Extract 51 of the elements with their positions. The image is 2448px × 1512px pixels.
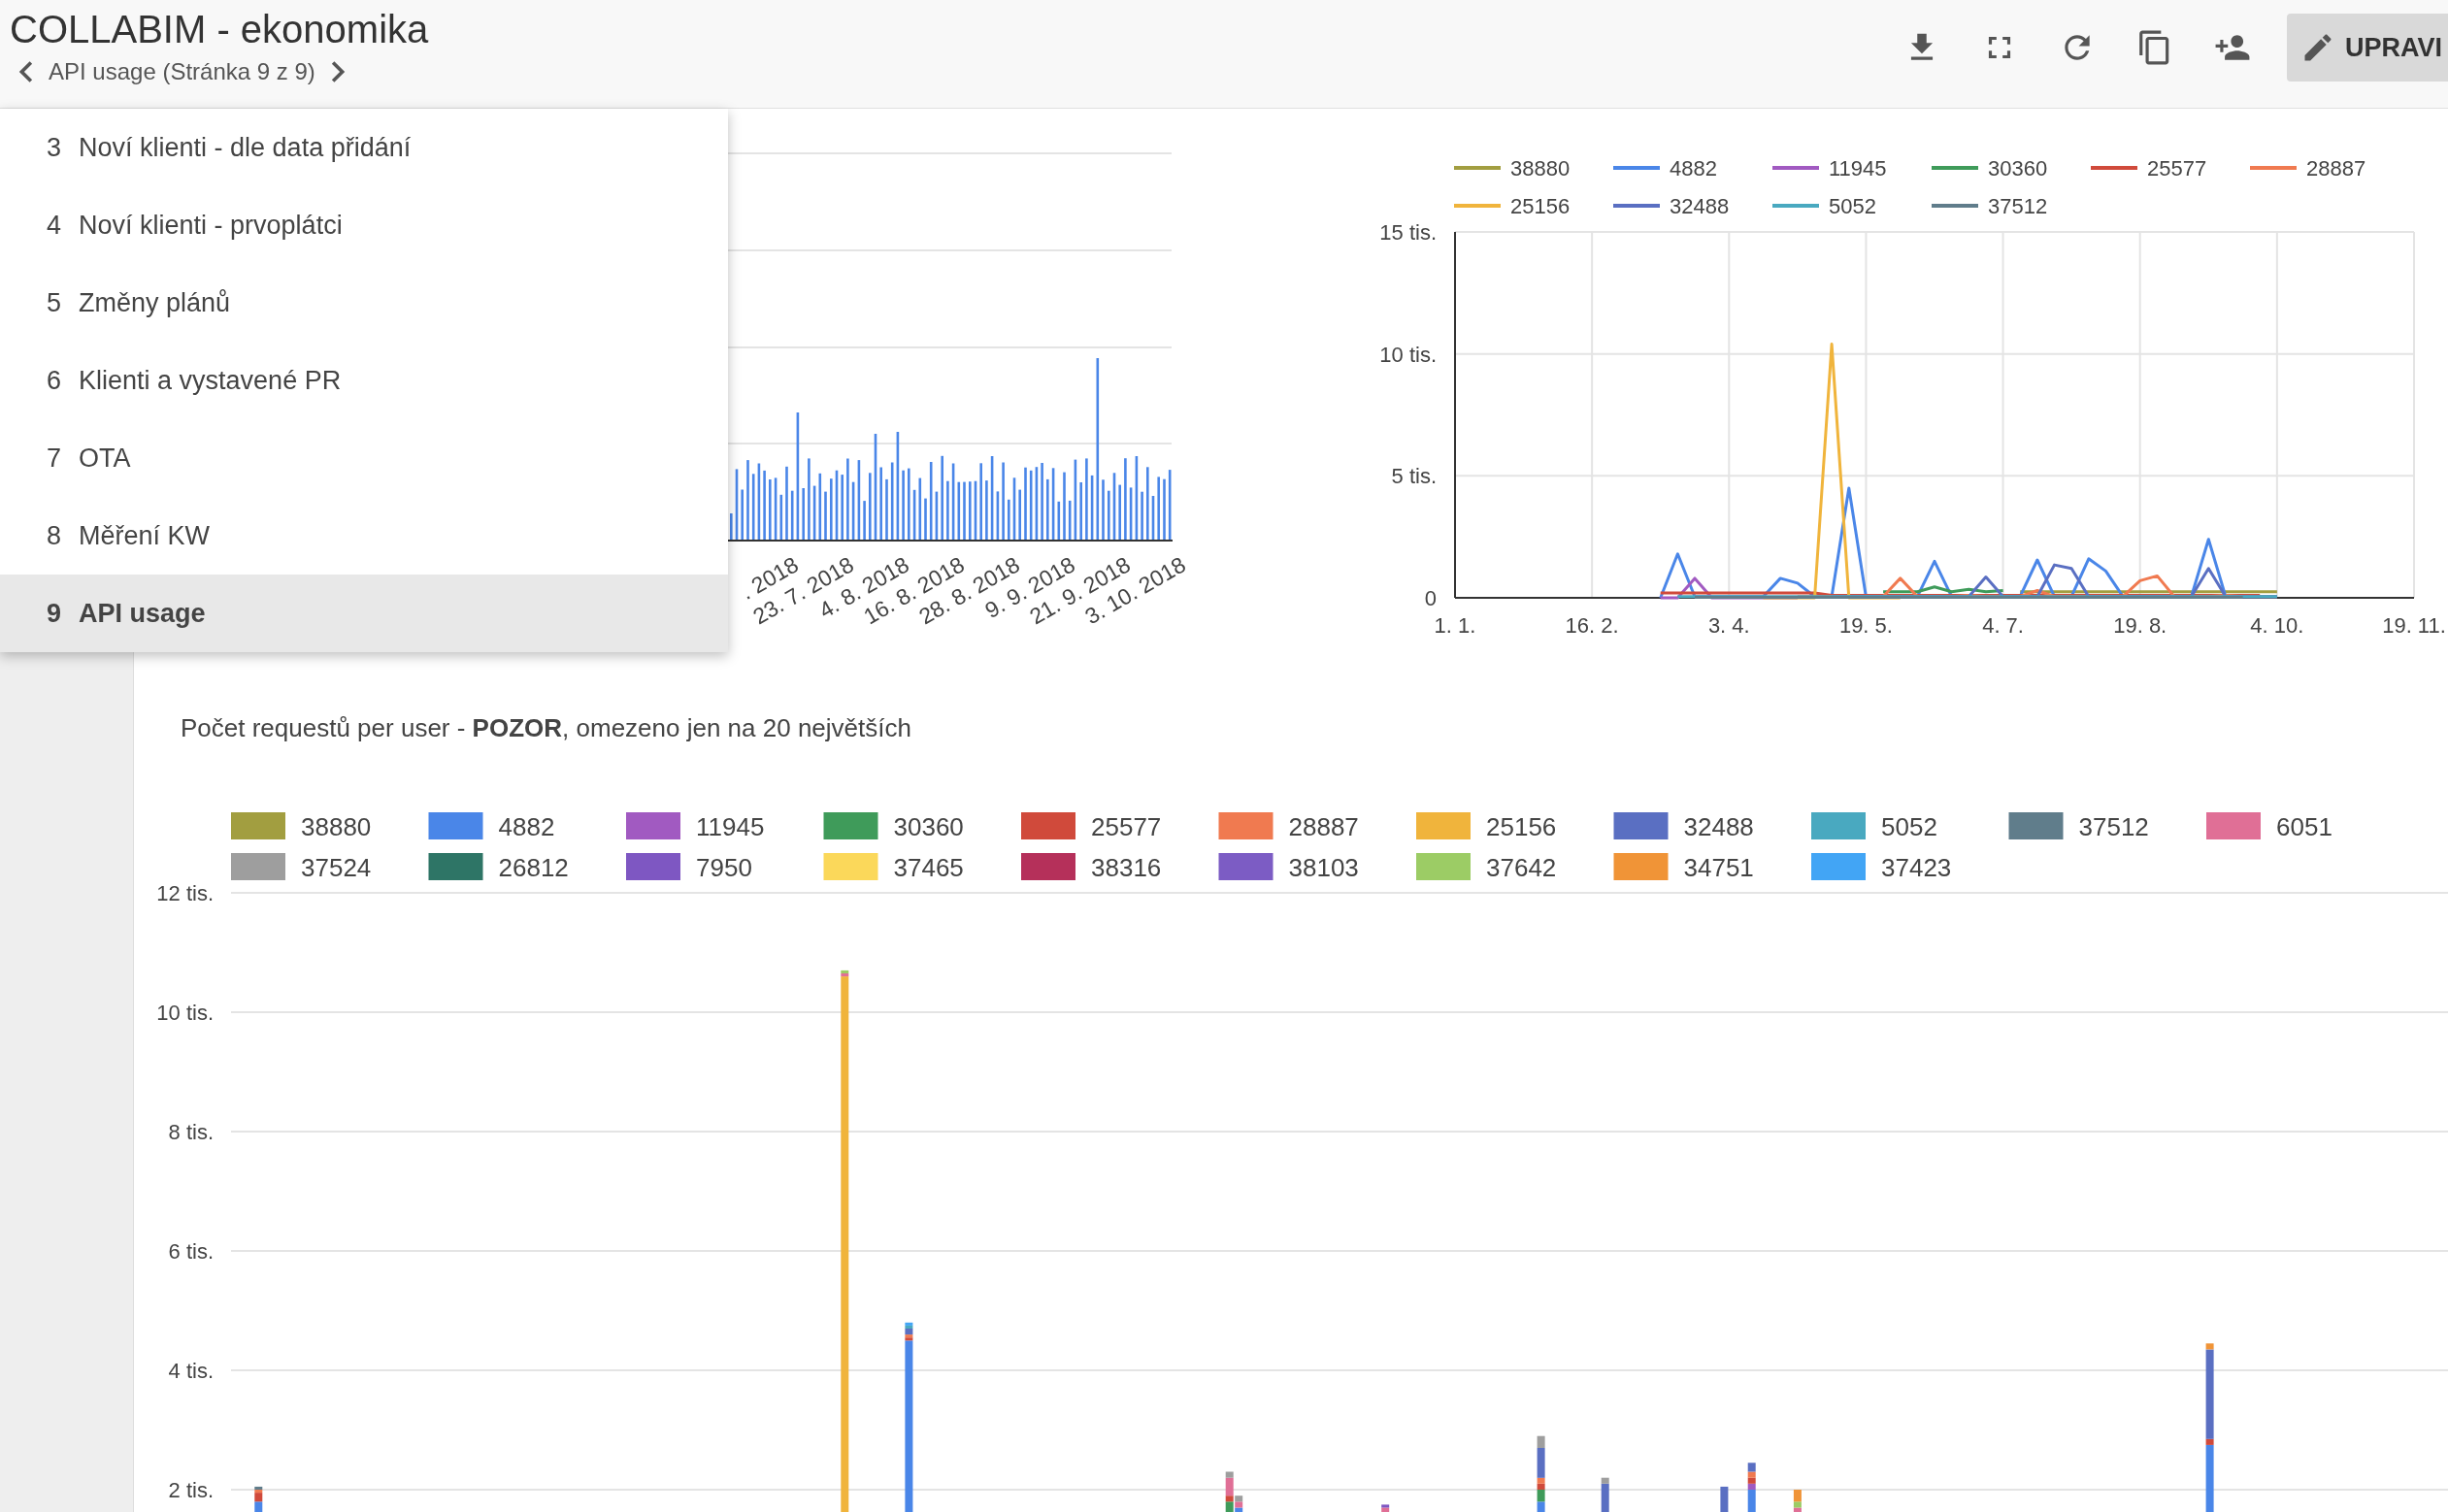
legend-label: 11945	[696, 812, 765, 841]
axis-label: 15 tis.	[1379, 220, 1437, 245]
chart-title: Počet requestů per user - POZOR, omezeno jen na 20 největších	[181, 712, 912, 744]
legend-label: 37423	[1881, 853, 1952, 882]
report-title: COLLABIM - ekonomika	[10, 7, 429, 52]
legend-label: 37465	[893, 853, 964, 882]
legend-label: 30360	[1988, 156, 2048, 181]
axis-label: 4. 7.	[1982, 613, 2024, 638]
axis-label: 2 tis.	[168, 1478, 214, 1502]
legend-label: 6051	[2276, 812, 2332, 841]
legend-label: 38880	[301, 812, 372, 841]
axis-label: 1. 1.	[1434, 613, 1476, 638]
legend-label: 28887	[2306, 156, 2366, 181]
legend-label: 26812	[498, 853, 569, 882]
legend-label: 4882	[1670, 156, 1717, 181]
legend-label: 38103	[1288, 853, 1359, 882]
axis-label: 19. 8.	[2113, 613, 2167, 638]
legend-label: 5052	[1829, 194, 1876, 218]
legend-label: 7950	[696, 853, 752, 882]
legend-label: 30360	[893, 812, 964, 841]
legend-label: 37524	[301, 853, 372, 882]
legend-label: 32488	[1670, 194, 1730, 218]
legend-label: 25156	[1486, 812, 1557, 841]
axis-label: 10 tis.	[156, 1001, 214, 1025]
legend-label: 25577	[1091, 812, 1162, 841]
legend-label: 38316	[1091, 853, 1162, 882]
axis-label: 19. 5.	[1838, 613, 1893, 638]
legend-label: 11945	[1829, 156, 1887, 181]
legend-label: 38880	[1510, 156, 1571, 181]
legend-label: 5052	[1881, 812, 1937, 841]
axis-label: 4. 10.	[2250, 613, 2304, 638]
axis-label: 3. 4.	[1707, 613, 1750, 638]
axis-label: 0	[1424, 586, 1437, 610]
legend-label: 28887	[1288, 812, 1359, 841]
legend-label: 34751	[1683, 853, 1754, 882]
axis-label: 12 tis.	[156, 881, 214, 905]
axis-label: 6 tis.	[168, 1239, 214, 1264]
legend-label: 37642	[1486, 853, 1557, 882]
axis-label: 4 tis.	[168, 1359, 214, 1383]
axis-label: 5 tis.	[1391, 464, 1437, 489]
legend-label: 37512	[2078, 812, 2149, 841]
legend-label: 32488	[1683, 812, 1754, 841]
axis-label: 10 tis.	[1379, 342, 1437, 367]
legend-label: 25156	[1510, 194, 1571, 218]
axis-label: 19. 11.	[2382, 613, 2446, 638]
legend-label: 4882	[498, 812, 555, 841]
legend-label: 25577	[2147, 156, 2207, 181]
axis-label: 8 tis.	[168, 1120, 214, 1144]
page-label: API usage (Stránka 9 z 9)	[49, 57, 315, 86]
axis-label: 16. 2.	[1565, 613, 1619, 638]
legend-label: 37512	[1988, 194, 2048, 218]
